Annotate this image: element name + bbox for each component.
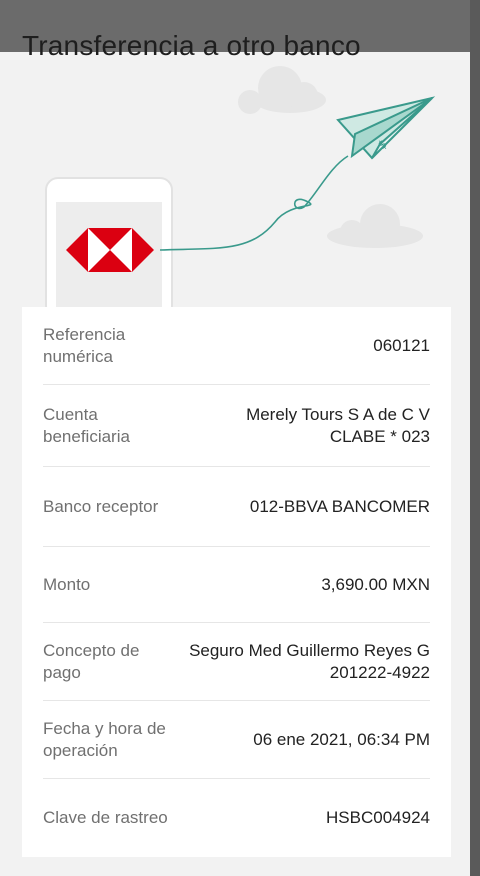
transfer-detail-sheet: Transferencia a otro banco $ Referencia … xyxy=(0,0,470,876)
detail-row-monto: Monto 3,690.00 MXN xyxy=(43,547,430,623)
phone-icon xyxy=(45,177,173,312)
detail-value: Seguro Med Guillermo Reyes G 201222-4922 xyxy=(189,640,430,684)
detail-value-line: 3,690.00 MXN xyxy=(321,574,430,594)
paper-airplane-icon: $ xyxy=(336,96,436,160)
detail-row-fecha: Fecha y hora de operación 06 ene 2021, 0… xyxy=(43,701,430,779)
detail-value: Merely Tours S A de C V CLABE * 023 xyxy=(246,404,430,448)
detail-value-line: HSBC004924 xyxy=(326,808,430,827)
flight-path xyxy=(159,155,349,251)
detail-row-referencia: Referencia numérica 060121 xyxy=(43,307,430,385)
cloud-icon xyxy=(238,66,326,114)
detail-value: 060121 xyxy=(373,335,430,357)
detail-value: 06 ene 2021, 06:34 PM xyxy=(253,729,430,751)
detail-label: Banco receptor xyxy=(43,496,159,516)
detail-row-concepto: Concepto de pago Seguro Med Guillermo Re… xyxy=(43,623,430,701)
cloud-icon xyxy=(327,204,423,248)
detail-value-line: 201222-4922 xyxy=(329,662,430,682)
detail-value-line: Seguro Med Guillermo Reyes G xyxy=(189,640,430,660)
transfer-details-card: Referencia numérica 060121 Cuenta benefi… xyxy=(22,307,451,857)
detail-row-cuenta: Cuenta beneficiaria Merely Tours S A de … xyxy=(43,385,430,467)
detail-value-line: 012-BBVA BANCOMER xyxy=(249,496,430,516)
detail-label: Monto xyxy=(43,574,91,594)
detail-value: HSBC004924 xyxy=(326,807,430,829)
detail-value-line: Merely Tours S A de C V xyxy=(246,404,430,424)
detail-label: Cuenta beneficiaria xyxy=(43,404,130,446)
detail-label: Referencia numérica xyxy=(43,324,126,366)
detail-row-banco: Banco receptor 012-BBVA BANCOMER xyxy=(43,467,430,547)
detail-value: 3,690.00 MXN xyxy=(321,574,430,596)
page-title: Transferencia a otro banco xyxy=(22,30,361,61)
detail-label: Concepto de pago xyxy=(43,640,140,682)
detail-label: Fecha y hora de operación xyxy=(43,718,166,760)
detail-value-line: 06 ene 2021, 06:34 PM xyxy=(253,729,430,749)
detail-value-line: CLABE * 023 xyxy=(329,426,430,446)
detail-label: Clave de rastreo xyxy=(43,808,168,827)
transfer-illustration: $ xyxy=(45,66,436,312)
detail-row-clave: Clave de rastreo HSBC004924 xyxy=(43,779,430,857)
detail-value-line: 060121 xyxy=(373,335,430,355)
detail-value: 012-BBVA BANCOMER xyxy=(250,496,430,518)
